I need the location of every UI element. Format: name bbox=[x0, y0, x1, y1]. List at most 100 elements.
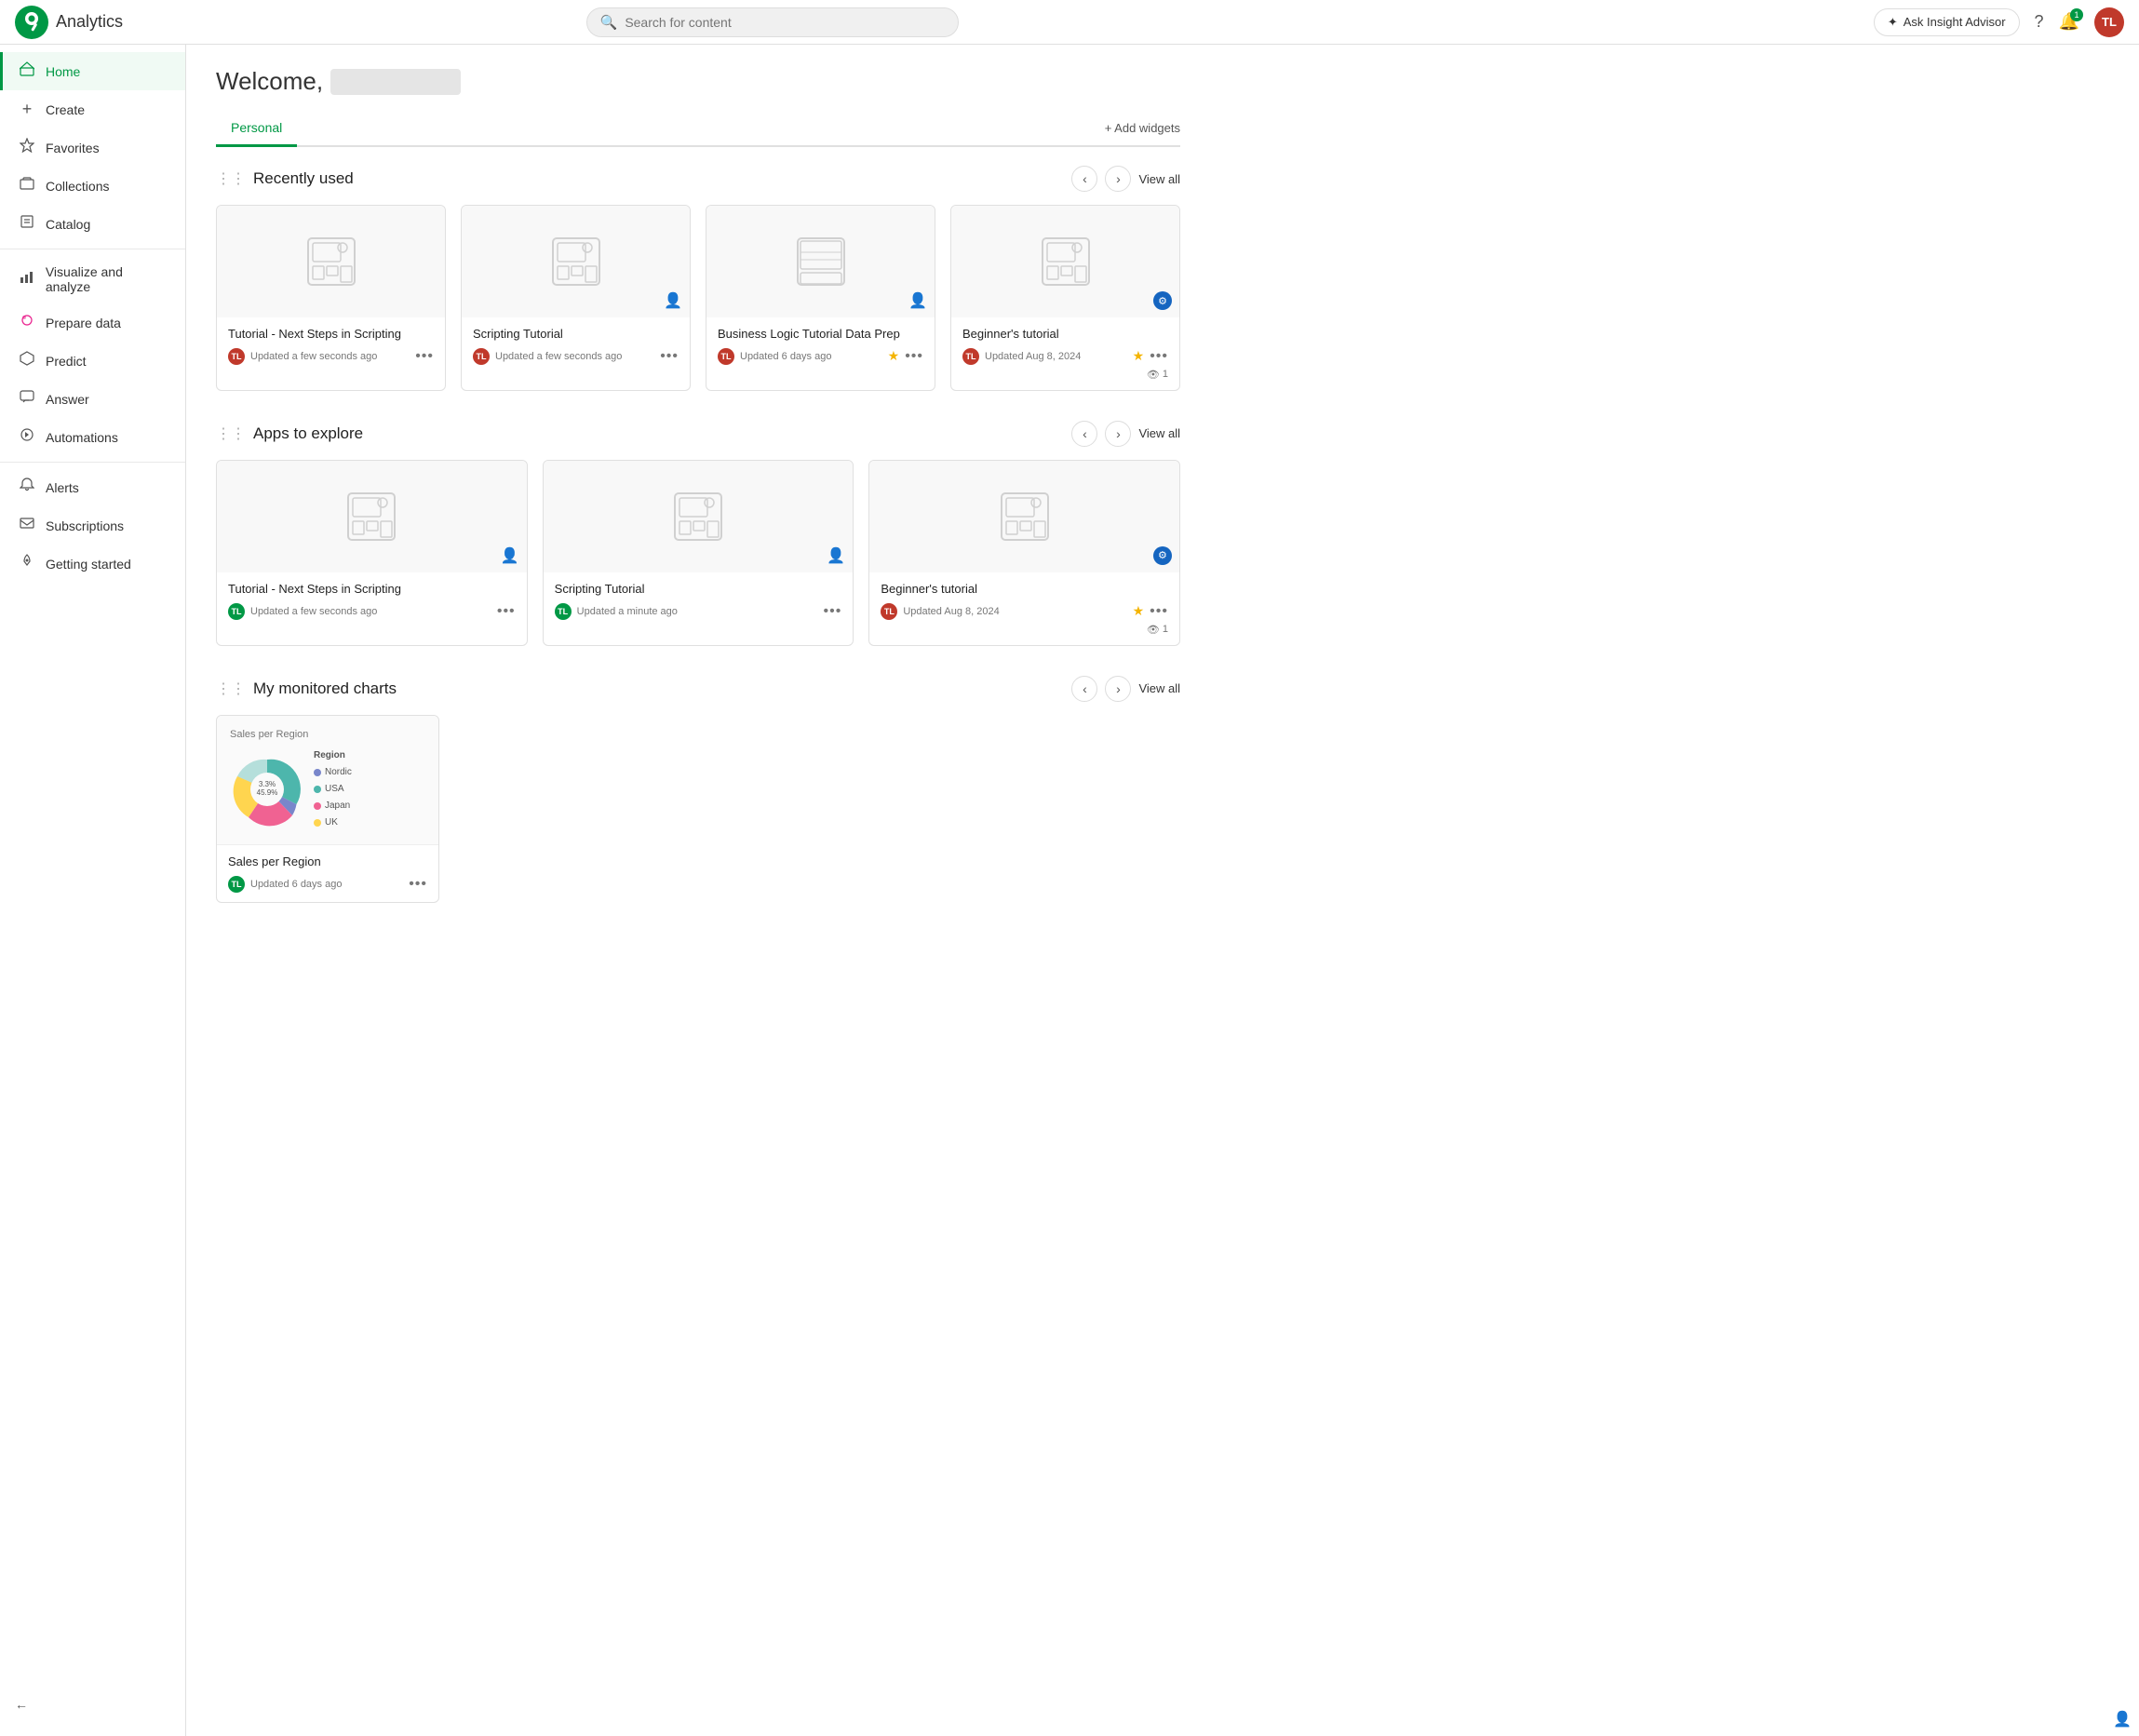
answer-icon bbox=[18, 389, 36, 409]
apps-to-explore-title: Apps to explore bbox=[253, 424, 363, 443]
views-icon: 👁 bbox=[1147, 369, 1160, 381]
card-title: Business Logic Tutorial Data Prep bbox=[718, 327, 923, 343]
sidebar-item-create[interactable]: + Create bbox=[0, 90, 185, 128]
table-row[interactable]: ⚙ Beginner's tutorial TL Updated Aug 8, … bbox=[868, 460, 1180, 646]
sidebar-item-getting-started[interactable]: Getting started bbox=[0, 545, 185, 583]
charts-prev-button[interactable]: ‹ bbox=[1071, 676, 1097, 702]
card-more-button[interactable]: ••• bbox=[905, 348, 923, 365]
sidebar-item-favorites[interactable]: Favorites bbox=[0, 128, 185, 167]
card-title: Beginner's tutorial bbox=[962, 327, 1168, 343]
table-row[interactable]: 👤 Business Logic Tutorial Data Prep TL U… bbox=[706, 205, 935, 391]
table-row[interactable]: Sales per Region bbox=[216, 715, 439, 903]
card-more-button[interactable]: ••• bbox=[415, 348, 434, 365]
tab-personal[interactable]: Personal bbox=[216, 111, 297, 147]
sidebar-item-collections-label: Collections bbox=[46, 179, 109, 194]
sidebar-item-visualize[interactable]: Visualize and analyze bbox=[0, 255, 185, 303]
card-thumbnail: 👤 bbox=[462, 206, 690, 317]
card-actions: ••• bbox=[824, 603, 842, 620]
recently-used-next-button[interactable]: › bbox=[1105, 166, 1131, 192]
card-meta-left: TL Updated Aug 8, 2024 bbox=[962, 348, 1081, 365]
monitored-charts-title-group: ⋮⋮ My monitored charts bbox=[216, 680, 397, 698]
recently-used-section: ⋮⋮ Recently used ‹ › View all bbox=[216, 166, 1180, 391]
card-more-button[interactable]: ••• bbox=[1150, 348, 1168, 365]
card-body: Beginner's tutorial TL Updated Aug 8, 20… bbox=[951, 317, 1179, 390]
create-icon: + bbox=[18, 100, 36, 119]
card-actions: ••• bbox=[409, 876, 427, 893]
card-star-button[interactable]: ★ bbox=[888, 348, 900, 364]
drag-handle-charts[interactable]: ⋮⋮ bbox=[216, 680, 246, 698]
apps-to-explore-header: ⋮⋮ Apps to explore ‹ › View all bbox=[216, 421, 1180, 447]
card-meta-left: TL Updated a few seconds ago bbox=[228, 603, 377, 620]
sidebar-item-catalog[interactable]: Catalog bbox=[0, 205, 185, 243]
charts-view-all-button[interactable]: View all bbox=[1138, 681, 1180, 695]
add-widgets-button[interactable]: + Add widgets bbox=[1105, 121, 1180, 135]
insight-advisor-icon: ✦ bbox=[1888, 15, 1898, 30]
card-more-button[interactable]: ••• bbox=[660, 348, 679, 365]
chart-content: 3.3% 45.9% Region Nordic USA bbox=[230, 747, 425, 831]
card-star-button[interactable]: ★ bbox=[1133, 603, 1145, 619]
table-row[interactable]: ⚙ Beginner's tutorial TL Updated Aug 8, … bbox=[950, 205, 1180, 391]
logo-area: Analytics bbox=[15, 6, 123, 39]
apps-view-all-button[interactable]: View all bbox=[1138, 426, 1180, 440]
card-star-button[interactable]: ★ bbox=[1133, 348, 1145, 364]
sidebar-item-catalog-label: Catalog bbox=[46, 217, 90, 232]
apps-next-button[interactable]: › bbox=[1105, 421, 1131, 447]
notifications-button[interactable]: 🔔 1 bbox=[2059, 12, 2079, 32]
drag-handle-recently-used[interactable]: ⋮⋮ bbox=[216, 169, 246, 188]
recently-used-prev-button[interactable]: ‹ bbox=[1071, 166, 1097, 192]
chart-legend: Region Nordic USA Japan bbox=[314, 747, 352, 831]
help-button[interactable]: ? bbox=[2035, 12, 2044, 32]
apps-to-explore-cards: 👤 Tutorial - Next Steps in Scripting TL … bbox=[216, 460, 1180, 646]
card-thumbnail: 👤 bbox=[217, 206, 445, 317]
charts-next-button[interactable]: › bbox=[1105, 676, 1131, 702]
card-time: Updated Aug 8, 2024 bbox=[985, 351, 1081, 362]
apps-to-explore-section: ⋮⋮ Apps to explore ‹ › View all bbox=[216, 421, 1180, 646]
card-actions: ••• bbox=[660, 348, 679, 365]
card-time: Updated a few seconds ago bbox=[250, 606, 377, 617]
alerts-icon bbox=[18, 478, 36, 497]
sidebar-collapse-button[interactable]: ← bbox=[0, 1688, 185, 1721]
recently-used-view-all-button[interactable]: View all bbox=[1138, 172, 1180, 186]
apps-to-explore-title-group: ⋮⋮ Apps to explore bbox=[216, 424, 363, 443]
card-meta: TL Updated 6 days ago ••• bbox=[228, 876, 427, 893]
sidebar-item-answer[interactable]: Answer bbox=[0, 380, 185, 418]
card-more-button[interactable]: ••• bbox=[497, 603, 516, 620]
card-more-button[interactable]: ••• bbox=[1150, 603, 1168, 620]
card-title: Scripting Tutorial bbox=[473, 327, 679, 343]
card-more-button[interactable]: ••• bbox=[409, 876, 427, 893]
table-row[interactable]: 👤 Tutorial - Next Steps in Scripting TL … bbox=[216, 205, 446, 391]
svg-text:3.3%: 3.3% bbox=[259, 780, 276, 788]
card-body: Scripting Tutorial TL Updated a minute a… bbox=[544, 572, 854, 629]
recently-used-title-group: ⋮⋮ Recently used bbox=[216, 169, 354, 188]
sidebar-item-automations[interactable]: Automations bbox=[0, 418, 185, 456]
card-thumbnail: 👤 bbox=[706, 206, 935, 317]
sidebar-item-subscriptions[interactable]: Subscriptions bbox=[0, 506, 185, 545]
qlik-logo-icon bbox=[15, 6, 48, 39]
insight-advisor-button[interactable]: ✦ Ask Insight Advisor bbox=[1874, 8, 2020, 36]
recently-used-cards: 👤 Tutorial - Next Steps in Scripting TL … bbox=[216, 205, 1180, 391]
sidebar-bottom: ← bbox=[0, 1680, 185, 1729]
app-thumbnail-icon bbox=[303, 234, 359, 289]
drag-handle-apps[interactable]: ⋮⋮ bbox=[216, 424, 246, 443]
table-row[interactable]: 👤 Tutorial - Next Steps in Scripting TL … bbox=[216, 460, 528, 646]
home-icon bbox=[18, 61, 36, 81]
card-more-button[interactable]: ••• bbox=[824, 603, 842, 620]
sidebar-item-alerts[interactable]: Alerts bbox=[0, 468, 185, 506]
card-title: Sales per Region bbox=[228, 855, 427, 870]
search-input[interactable] bbox=[625, 15, 944, 30]
card-user-icon: 👤 bbox=[827, 546, 845, 565]
tabs-bar: Personal + Add widgets bbox=[216, 111, 1180, 147]
sidebar-item-visualize-label: Visualize and analyze bbox=[46, 264, 170, 294]
sidebar-item-predict[interactable]: Predict bbox=[0, 342, 185, 380]
sidebar-item-home[interactable]: Home bbox=[0, 52, 185, 90]
card-thumbnail: ⚙ bbox=[869, 461, 1179, 572]
sidebar-item-collections[interactable]: Collections bbox=[0, 167, 185, 205]
table-row[interactable]: 👤 Scripting Tutorial TL Updated a minute… bbox=[543, 460, 854, 646]
sidebar-item-prepare[interactable]: Prepare data bbox=[0, 303, 185, 342]
insight-advisor-label: Ask Insight Advisor bbox=[1904, 15, 2006, 29]
avatar[interactable]: TL bbox=[2094, 7, 2124, 37]
table-row[interactable]: 👤 Scripting Tutorial TL Updated a few se… bbox=[461, 205, 691, 391]
card-body: Business Logic Tutorial Data Prep TL Upd… bbox=[706, 317, 935, 374]
apps-prev-button[interactable]: ‹ bbox=[1071, 421, 1097, 447]
search-bar[interactable]: 🔍 bbox=[586, 7, 959, 37]
